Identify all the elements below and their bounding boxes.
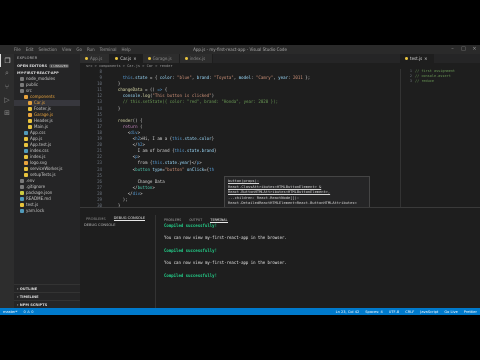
js-file-icon — [184, 57, 188, 60]
explorer-header: EXPLORER — [17, 56, 38, 60]
code-text: this.state = { color: "blue", brand: "To… — [122, 75, 311, 81]
js-file-icon — [115, 57, 119, 60]
explorer-sidebar: EXPLORER OPEN EDITORS 1 UNSAVED MY-FIRST… — [14, 54, 80, 308]
file-icon — [20, 209, 24, 213]
status-item[interactable]: UTF-8 — [389, 310, 399, 314]
status-item[interactable]: Go Live — [444, 310, 457, 314]
close-icon[interactable]: × — [471, 46, 478, 53]
section-npm-scripts[interactable]: › NPM SCRIPTS — [14, 300, 80, 308]
file-icon — [28, 107, 32, 111]
maximize-icon[interactable]: □ — [460, 46, 467, 53]
tree-item[interactable]: yarn.lock — [14, 208, 80, 214]
terminal-tab-problems[interactable]: PROBLEMS — [164, 218, 181, 222]
file-icon — [24, 167, 28, 171]
status-item[interactable]: Ln 23, Col 42 — [336, 310, 360, 314]
file-icon — [20, 89, 24, 93]
files-icon[interactable]: ❐ — [0, 54, 14, 67]
file-icon — [24, 143, 28, 147]
file-icon — [24, 131, 28, 135]
panel-tab-debug-console[interactable]: DEBUG CONSOLE — [113, 216, 146, 221]
source-control-icon[interactable]: ⑂ — [0, 80, 14, 93]
section-timeline[interactable]: › TIMELINE — [14, 292, 80, 300]
line-number: 3 — [409, 79, 412, 83]
status-item[interactable]: Spaces: 4 — [365, 310, 382, 314]
status-item[interactable]: CRLF — [405, 310, 414, 314]
unsaved-badge: 1 UNSAVED — [49, 63, 70, 68]
tab-test-js[interactable]: test.js × — [400, 54, 434, 63]
project-root[interactable]: MY-FIRST-REACT-APP — [14, 69, 80, 76]
status-right: Ln 23, Col 42 Spaces: 4 UTF-8 CRLF JavaScrip… — [336, 310, 477, 314]
bottom-panel: PROBLEMS DEBUG CONSOLE DEBUG CONSOLE PROB… — [80, 207, 480, 309]
open-editors-section[interactable]: OPEN EDITORS 1 UNSAVED — [14, 62, 80, 69]
terminal-tab-terminal[interactable]: TERMINAL — [210, 218, 228, 223]
file-icon — [20, 191, 24, 195]
status-bar: master* 0 ⚠ 0 Ln 23, Col 42 Spaces: 4 UTF-8… — [0, 308, 480, 315]
panel-tab-problems[interactable]: PROBLEMS — [86, 217, 106, 221]
js-file-icon — [405, 57, 408, 60]
status-item[interactable]: 0 ⚠ 0 — [23, 310, 33, 314]
tab-car-js[interactable]: Car.js × — [110, 54, 143, 63]
js-file-icon — [85, 57, 88, 60]
file-icon — [20, 203, 24, 207]
file-icon — [20, 77, 24, 81]
tab-label: Car.js — [120, 56, 132, 61]
close-icon[interactable]: × — [424, 56, 427, 61]
code-text: } — [108, 105, 121, 111]
tab-index-js[interactable]: index.js — [179, 54, 214, 63]
file-icon — [20, 185, 24, 189]
file-icon — [24, 173, 28, 177]
title-bar: File Edit Selection View Go Run Terminal Help A… — [0, 45, 480, 54]
file-icon — [20, 179, 24, 183]
tab-label: App.js — [90, 56, 103, 61]
vscode-window: File Edit Selection View Go Run Terminal Help A… — [0, 45, 480, 315]
editor-tabs: App.js Car.js × Garage.js index.js — [80, 54, 400, 63]
status-item[interactable]: JavaScript — [420, 310, 438, 314]
status-item[interactable]: Prettier — [464, 310, 477, 314]
tab-label: test.js — [410, 56, 423, 61]
file-icon — [24, 95, 28, 99]
file-icon — [24, 155, 28, 159]
code-text: <button type="button" onClick={th — [108, 166, 215, 172]
terminal-tab-output[interactable]: OUTPUT — [189, 218, 202, 222]
file-tree: node_modules public src components Car.js Foo… — [14, 76, 80, 214]
code-text: // this.setState({ color: "red", brand: … — [122, 99, 279, 105]
code-text: // reduce — [415, 79, 434, 83]
extensions-icon[interactable]: ⊞ — [0, 106, 14, 119]
close-icon[interactable]: × — [133, 56, 136, 61]
editor-tabs-right: test.js × — [400, 54, 480, 63]
status-left: master* 0 ⚠ 0 — [3, 310, 34, 314]
panel-tabs: PROBLEMS DEBUG CONSOLE — [80, 215, 155, 222]
file-icon — [24, 149, 28, 153]
terminal-output: Compiled successfully! You can now view m… — [164, 223, 476, 279]
file-icon — [24, 137, 28, 141]
sidebar-bottom-sections: › OUTLINE › TIMELINE › NPM SCRIPTS — [14, 284, 80, 308]
code-line: 3// reduce — [401, 79, 480, 84]
minimize-icon[interactable]: – — [449, 46, 456, 53]
file-icon — [28, 125, 32, 129]
activity-bar: ❐ ⌕ ⑂ ▷ ⊞ — [0, 54, 14, 308]
status-item[interactable]: master* — [3, 310, 17, 314]
tree-item-label: yarn.lock — [26, 208, 45, 213]
code-editor-right[interactable]: 1// first assignment 2// console.assert 3/… — [400, 69, 480, 207]
tab-label: index.js — [189, 56, 206, 61]
js-file-icon — [147, 57, 151, 60]
file-icon — [24, 161, 28, 165]
file-icon — [28, 101, 32, 105]
debug-console-header: DEBUG CONSOLE — [84, 223, 116, 227]
file-icon — [28, 119, 32, 123]
file-icon — [20, 197, 24, 201]
debug-icon[interactable]: ▷ — [0, 93, 14, 106]
debug-console-pane: PROBLEMS DEBUG CONSOLE DEBUG CONSOLE — [80, 215, 156, 309]
tab-app-js[interactable]: App.js — [80, 54, 111, 63]
window-title: App.js - my-first-react-app - Visual Stu… — [193, 47, 287, 52]
search-icon[interactable]: ⌕ — [0, 67, 14, 80]
terminal-line: Compiled successfully! — [164, 272, 217, 278]
terminal[interactable]: PROBLEMS OUTPUT TERMINAL Compiled successf… — [160, 215, 480, 309]
file-icon — [20, 83, 24, 87]
section-outline[interactable]: › OUTLINE — [14, 284, 80, 292]
tab-garage-js[interactable]: Garage.js — [142, 54, 180, 63]
file-icon — [28, 113, 32, 117]
tab-label: Garage.js — [152, 56, 172, 61]
